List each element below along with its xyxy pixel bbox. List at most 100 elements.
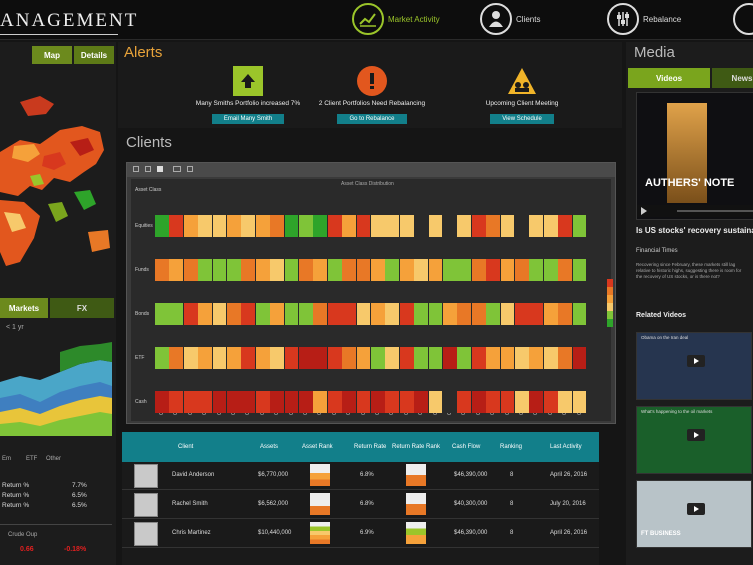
heatmap-cell[interactable] [471,259,486,281]
related-video-2[interactable]: What's happening to the oil markets [636,406,752,474]
heatmap-cell[interactable] [241,347,256,369]
heatmap-cell[interactable] [241,215,256,237]
video-headline[interactable]: Is US stocks' recovery sustainable [636,226,753,235]
heatmap-cell[interactable] [255,259,270,281]
heatmap-cell[interactable] [227,391,241,413]
heatmap-cell[interactable] [183,303,198,325]
heatmap-cell[interactable] [529,215,544,237]
heatmap-cell[interactable] [155,303,169,325]
heatmap-cell[interactable] [356,391,371,413]
alert-action-button[interactable]: Go to Rebalance [337,114,407,124]
heatmap-cell[interactable] [457,391,472,413]
heatmap-cell[interactable] [543,259,558,281]
heatmap-cell[interactable] [515,303,529,325]
nav-clients[interactable]: Clients [480,3,540,35]
heatmap-cell[interactable] [313,215,328,237]
heatmap-cell[interactable] [198,303,212,325]
heatmap-cell[interactable] [169,215,184,237]
heatmap-cell[interactable] [529,347,544,369]
heatmap-cell[interactable] [342,347,356,369]
heatmap-cell[interactable] [558,391,572,413]
heatmap-cell[interactable] [486,215,500,237]
heatmap-cell[interactable] [155,215,169,237]
heatmap-cell[interactable] [169,391,184,413]
heatmap-cell[interactable] [255,303,270,325]
heatmap-cell[interactable] [327,303,342,325]
heatmap-cell[interactable] [227,215,241,237]
heatmap-cell[interactable] [299,215,313,237]
heatmap-cell[interactable] [457,303,472,325]
heatmap-cell[interactable] [399,215,414,237]
heatmap-cell[interactable] [371,391,385,413]
heatmap-cell[interactable] [443,215,457,237]
related-video-1[interactable]: Obama on the Iran deal [636,332,752,400]
heatmap-cell[interactable] [558,303,572,325]
heatmap-cell[interactable] [155,347,169,369]
tab-markets[interactable]: Markets [0,298,48,318]
heatmap-cell[interactable] [385,391,400,413]
heatmap-cell[interactable] [299,259,313,281]
play-icon[interactable] [687,355,705,367]
heatmap-cell[interactable] [399,347,414,369]
heatmap-cell[interactable] [183,259,198,281]
heatmap-cell[interactable] [543,303,558,325]
heatmap-cell[interactable] [284,259,299,281]
world-map[interactable] [0,92,112,272]
toolbar-export-icon[interactable] [187,166,193,172]
heatmap-cell[interactable] [255,215,270,237]
heatmap-cell[interactable] [371,347,385,369]
heatmap-cell[interactable] [572,391,587,413]
heatmap-cell[interactable] [443,347,457,369]
heatmap-cell[interactable] [198,347,212,369]
heatmap-cell[interactable] [471,391,486,413]
heatmap-cell[interactable] [270,303,284,325]
heatmap-cell[interactable] [457,347,472,369]
heatmap-cell[interactable] [414,391,428,413]
heatmap-cell[interactable] [212,215,227,237]
tab-map[interactable]: Map [32,46,72,64]
heatmap-cell[interactable] [486,259,500,281]
heatmap-cell[interactable] [558,347,572,369]
heatmap-cell[interactable] [183,215,198,237]
heatmap-cell[interactable] [155,391,169,413]
heatmap-cell[interactable] [212,347,227,369]
progress-bar[interactable] [677,210,753,212]
play-icon[interactable] [687,503,705,515]
heatmap-cell[interactable] [284,303,299,325]
heatmap-cell[interactable] [198,215,212,237]
heatmap-cell[interactable] [313,347,328,369]
heatmap-cell[interactable] [399,259,414,281]
heatmap-cell[interactable] [486,347,500,369]
heatmap-cell[interactable] [572,303,587,325]
heatmap-cell[interactable] [399,391,414,413]
heatmap-cell[interactable] [414,303,428,325]
heatmap-cell[interactable] [572,259,587,281]
heatmap-cell[interactable] [529,259,544,281]
heatmap-cell[interactable] [543,391,558,413]
toolbar-comment-icon[interactable] [173,166,181,172]
heatmap-cell[interactable] [342,259,356,281]
heatmap-cell[interactable] [342,215,356,237]
heatmap-cell[interactable] [155,259,169,281]
heatmap-cell[interactable] [572,347,587,369]
heatmap-cell[interactable] [371,303,385,325]
heatmap-cell[interactable] [241,391,256,413]
heatmap-cell[interactable] [255,347,270,369]
heatmap-cell[interactable] [500,347,515,369]
heatmap-cell[interactable] [241,259,256,281]
heatmap-cell[interactable] [342,303,356,325]
heatmap-cell[interactable] [558,259,572,281]
heatmap-cell[interactable] [356,215,371,237]
heatmap-cell[interactable] [270,259,284,281]
heatmap-cell[interactable] [299,391,313,413]
alert-action-button[interactable]: Email Many Smith [211,114,285,124]
heatmap-cell[interactable] [313,259,328,281]
heatmap-cell[interactable] [385,259,400,281]
heatmap-cell[interactable] [428,259,443,281]
heatmap-cell[interactable] [371,259,385,281]
heatmap-cell[interactable] [169,259,184,281]
heatmap-cell[interactable] [428,347,443,369]
heatmap-cell[interactable] [443,391,457,413]
heatmap-cell[interactable] [356,303,371,325]
tab-news[interactable]: News [712,68,753,88]
